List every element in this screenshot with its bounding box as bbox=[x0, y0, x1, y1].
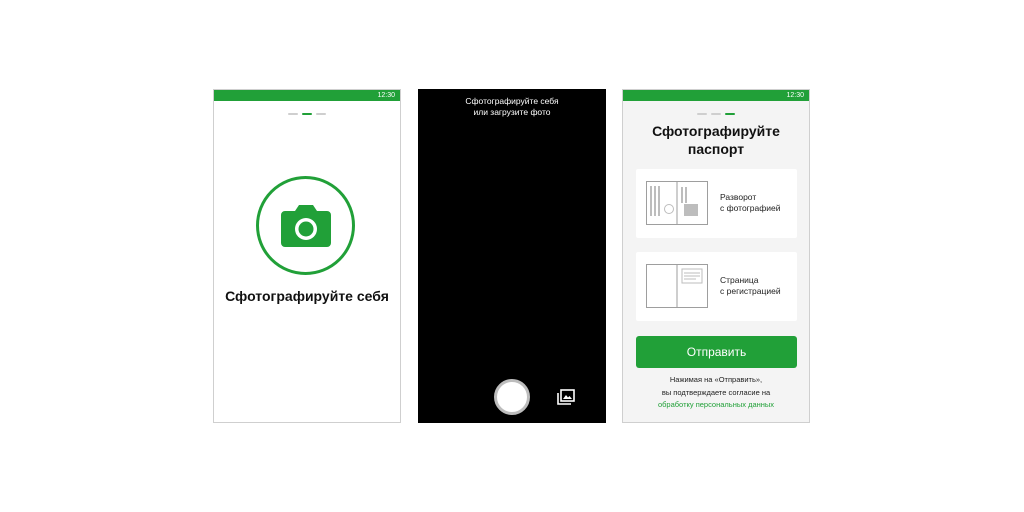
gallery-icon[interactable] bbox=[557, 389, 575, 405]
send-button[interactable]: Отправить bbox=[636, 336, 797, 368]
camera-hint-line1: Сфотографируйте себя bbox=[465, 96, 559, 106]
status-time: 12:30 bbox=[377, 92, 395, 99]
shutter-button[interactable] bbox=[494, 379, 530, 415]
screen-selfie-intro: 12:30 Сфотографируйте себя bbox=[213, 89, 401, 423]
screen-camera: Сфотографируйте себя или загрузите фото bbox=[418, 89, 606, 423]
card-label-line2: с регистрацией bbox=[720, 286, 781, 296]
page-title: Сфотографируйте себя bbox=[225, 288, 389, 304]
status-time: 12:30 bbox=[786, 92, 804, 99]
step-dot-3 bbox=[316, 113, 326, 115]
card-label: Страница с регистрацией bbox=[720, 275, 781, 297]
card-label-line1: Страница bbox=[720, 275, 759, 285]
take-selfie-button[interactable] bbox=[256, 176, 355, 275]
page-title-line1: Сфотографируйте bbox=[652, 123, 780, 139]
camera-hint-line2: или загрузите фото bbox=[473, 107, 551, 117]
page-title: Сфотографируйте паспорт bbox=[623, 122, 809, 158]
card-label-line2: с фотографией bbox=[720, 203, 781, 213]
step-indicator bbox=[623, 113, 809, 115]
card-label-line1: Разворот bbox=[720, 192, 757, 202]
passport-photo-spread-icon bbox=[646, 181, 708, 225]
step-dot-1 bbox=[288, 113, 298, 115]
status-bar: 12:30 bbox=[214, 90, 400, 101]
consent-text: Нажимая на «Отправить», вы подтверждаете… bbox=[623, 374, 809, 412]
screen-passport: 12:30 Сфотографируйте паспорт Разворот с… bbox=[622, 89, 810, 423]
consent-line1: Нажимая на «Отправить», bbox=[669, 375, 763, 384]
camera-icon bbox=[281, 205, 331, 247]
passport-photo-spread-card[interactable]: Разворот с фотографией bbox=[636, 169, 797, 238]
status-bar: 12:30 bbox=[623, 90, 809, 101]
step-dot-3 bbox=[725, 113, 735, 115]
passport-registration-page-icon bbox=[646, 264, 708, 308]
step-dot-1 bbox=[697, 113, 707, 115]
consent-line2: вы подтверждаете согласие на bbox=[661, 387, 771, 397]
page-title-line2: паспорт bbox=[687, 141, 745, 157]
step-dot-2 bbox=[302, 113, 312, 115]
card-label: Разворот с фотографией bbox=[720, 192, 780, 214]
personal-data-link[interactable]: обработку персональных данных bbox=[623, 399, 809, 412]
step-dot-2 bbox=[711, 113, 721, 115]
camera-hint: Сфотографируйте себя или загрузите фото bbox=[419, 96, 605, 118]
passport-registration-card[interactable]: Страница с регистрацией bbox=[636, 252, 797, 321]
step-indicator bbox=[214, 113, 400, 115]
